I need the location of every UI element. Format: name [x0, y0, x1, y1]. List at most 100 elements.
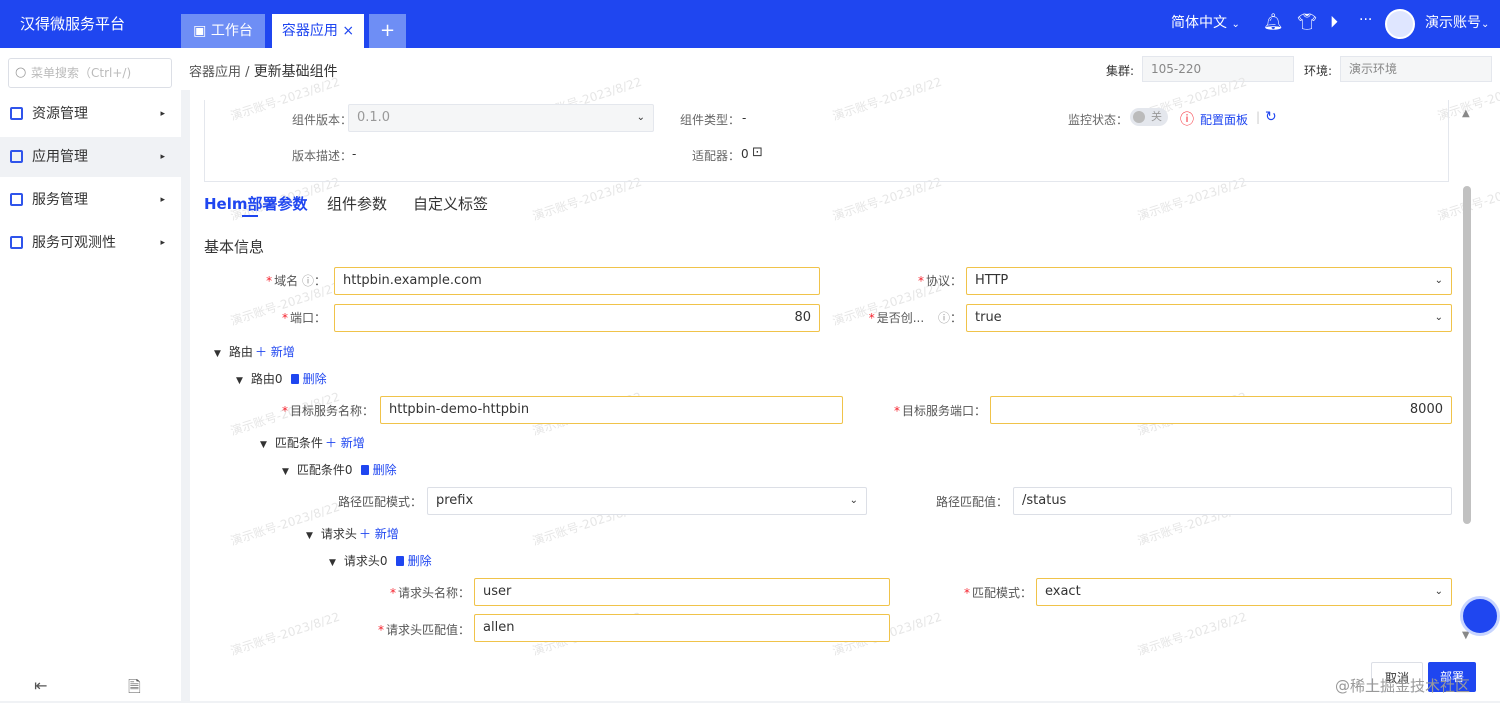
tab-helm-params[interactable]: Helm部署参数 [204, 193, 308, 214]
version-label: 组件版本： [292, 113, 353, 127]
add-route-button[interactable]: ＋ 新增 [255, 345, 295, 359]
chevron-down-icon: ⌄ [1481, 19, 1490, 30]
route0-node[interactable]: ▼ 路由0 删除 [236, 370, 327, 387]
headers-node[interactable]: ▼ 请求头＋ 新增 [306, 525, 399, 542]
create-select[interactable]: true ⌄ [966, 304, 1452, 332]
header-value-label: * 请求头匹配值： [377, 623, 470, 637]
cube-icon [10, 107, 23, 120]
sidebar-item-observability[interactable]: 服务可观测性 ▸ [0, 223, 181, 263]
match-mode-label: * 匹配模式： [963, 586, 1032, 600]
header-name-label: * 请求头名称： [389, 586, 470, 600]
sidebar-item-resource[interactable]: 资源管理 ▸ [0, 94, 181, 134]
caret-down-icon: ▼ [282, 467, 289, 477]
protocol-label: * 协议： [917, 274, 962, 288]
config-panel-link[interactable]: 配置面板 [1200, 111, 1248, 128]
document-icon[interactable]: 🗎︎ [128, 676, 141, 703]
adapter-label: 适配器： [692, 149, 741, 163]
chevron-down-icon: ⌄ [1434, 275, 1443, 286]
path-mode-select[interactable]: prefix ⌄ [427, 487, 867, 515]
trash-icon [290, 374, 299, 384]
header0-node[interactable]: ▼ 请求头0 删除 [329, 552, 432, 569]
add-match-button[interactable]: ＋ 新增 [325, 436, 365, 450]
watermark: 演示账号-2023/8/22 [1135, 609, 1249, 659]
trash-icon [395, 556, 404, 566]
monitor-toggle[interactable]: 关 [1130, 108, 1168, 126]
top-bar: 汉得微服务平台 ▣ 工作台 容器应用 × + 简体中文 ⌄ 🔔︎ 👕︎ ⏵ ··… [0, 0, 1500, 48]
help-icon: ⓘ [937, 311, 950, 325]
cluster-field: 105-220 [1142, 56, 1294, 82]
shirt-icon[interactable]: 👕︎ [1297, 12, 1317, 31]
path-mode-label: 路径匹配模式： [337, 495, 422, 509]
menu-search-input[interactable]: ○ 菜单搜索（Ctrl+/) [8, 58, 172, 88]
routes-node[interactable]: ▼ 路由＋ 新增 [214, 343, 295, 360]
match-mode-select[interactable]: exact ⌄ [1036, 578, 1452, 606]
target-name-input[interactable]: httpbin-demo-httpbin [380, 396, 843, 424]
tab-custom-labels[interactable]: 自定义标签 [413, 193, 488, 214]
play-icon[interactable]: ⏵ [1330, 12, 1338, 32]
env-field: 演示环境 [1340, 56, 1492, 82]
breadcrumb-path: 容器应用 / 更新基础组件 [189, 64, 338, 80]
type-value: - [742, 111, 747, 125]
sidebar-item-service[interactable]: 服务管理 ▸ [0, 180, 181, 220]
match0-node[interactable]: ▼ 匹配条件0 删除 [282, 461, 397, 478]
version-select[interactable]: 0.1.0 ⌄ [348, 104, 654, 132]
service-icon [10, 193, 23, 206]
match-node[interactable]: ▼ 匹配条件＋ 新增 [260, 434, 365, 451]
add-tab-button[interactable]: + [369, 14, 406, 48]
adapter-value: 0 [741, 147, 749, 161]
language-select[interactable]: 简体中文 ⌄ [1171, 12, 1240, 32]
caret-down-icon: ▼ [236, 376, 243, 386]
avatar[interactable] [1385, 9, 1415, 39]
port-input[interactable]: 80 [334, 304, 820, 332]
caret-down-icon: ▼ [329, 558, 336, 568]
more-icon[interactable]: ··· [1359, 12, 1372, 28]
create-label: * 是否创... ⓘ： [868, 311, 962, 325]
scroll-up-icon[interactable]: ▲ [1462, 108, 1470, 119]
add-header-button[interactable]: ＋ 新增 [359, 527, 399, 541]
service-icon [10, 236, 23, 249]
active-tab-indicator [242, 215, 258, 217]
header-value-input[interactable]: allen [474, 614, 890, 642]
domain-input[interactable]: httpbin.example.com [334, 267, 820, 295]
breadcrumb: 容器应用 / 更新基础组件 集群: 105-220 环境: 演示环境 [181, 48, 1500, 90]
caret-right-icon: ▸ [160, 109, 165, 119]
path-value-label: 路径匹配值： [935, 495, 1008, 509]
protocol-select[interactable]: HTTP ⌄ [966, 267, 1452, 295]
chevron-down-icon: ⌄ [849, 495, 858, 506]
chevron-down-icon: ⌄ [1434, 586, 1443, 597]
sidebar: ○ 菜单搜索（Ctrl+/) 资源管理 ▸ 应用管理 ▸ 服务管理 ▸ 服务可观测性 ▸ … [0, 48, 181, 701]
header-name-input[interactable]: user [474, 578, 890, 606]
caret-down-icon: ▼ [214, 349, 221, 359]
delete-header-button[interactable]: 删除 [395, 554, 432, 568]
sidebar-item-app[interactable]: 应用管理 ▸ [0, 137, 181, 177]
cluster-label: 集群: [1106, 64, 1135, 78]
scrollbar-thumb[interactable] [1463, 186, 1471, 524]
close-icon[interactable]: × [342, 23, 354, 39]
delete-route-button[interactable]: 删除 [290, 372, 327, 386]
desc-label: 版本描述： [292, 149, 353, 163]
refresh-icon[interactable]: ↻ [1265, 109, 1277, 125]
tab-container-app[interactable]: 容器应用 × [272, 14, 364, 48]
help-float-button[interactable] [1460, 596, 1500, 636]
caret-down-icon: ▼ [260, 440, 267, 450]
path-value-input[interactable]: /status [1013, 487, 1452, 515]
alert-icon: ⓘ [1180, 112, 1194, 128]
brand-title: 汉得微服务平台 [20, 15, 126, 33]
target-port-label: * 目标服务端口： [893, 404, 986, 418]
desc-value: - [352, 147, 357, 161]
tab-workbench[interactable]: ▣ 工作台 [181, 14, 265, 48]
trash-icon [360, 465, 369, 475]
chevron-down-icon: ⌄ [1434, 312, 1443, 323]
user-menu[interactable]: 演示账号⌄ [1425, 12, 1489, 32]
section-title: 基本信息 [204, 238, 265, 256]
divider: | [1256, 110, 1261, 124]
target-name-label: * 目标服务名称： [281, 404, 374, 418]
delete-match-button[interactable]: 删除 [360, 463, 397, 477]
collapse-menu-icon[interactable]: ⇤ [34, 676, 47, 695]
bell-icon[interactable]: 🔔︎ [1263, 12, 1283, 31]
breadcrumb-parent[interactable]: 容器应用 [189, 65, 241, 80]
target-port-input[interactable]: 8000 [990, 396, 1452, 424]
tab-component-params[interactable]: 组件参数 [327, 193, 387, 214]
search-icon: ○ [15, 65, 27, 80]
caret-down-icon: ▼ [306, 531, 313, 541]
